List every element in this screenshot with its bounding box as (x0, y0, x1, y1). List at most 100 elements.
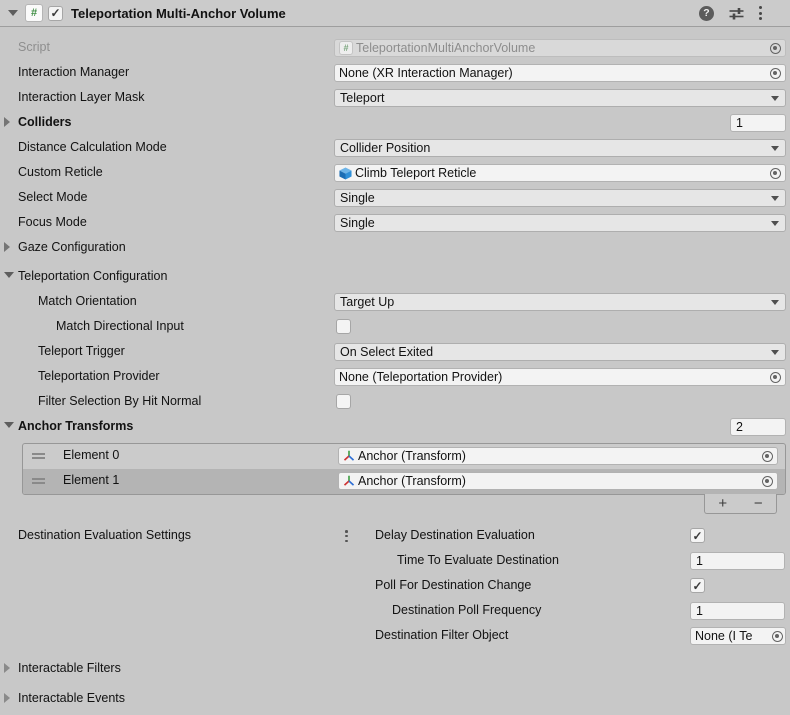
match-orientation-dropdown[interactable]: Target Up (334, 293, 786, 311)
gaze-configuration-foldout-icon[interactable] (4, 242, 10, 252)
row-distance-calculation-mode: Distance Calculation Mode Collider Posit… (0, 136, 790, 161)
distance-calculation-mode-dropdown[interactable]: Collider Position (334, 139, 786, 157)
object-picker-icon[interactable] (762, 451, 773, 462)
row-teleportation-configuration: Teleportation Configuration (0, 265, 790, 290)
row-interaction-layer-mask: Interaction Layer Mask Teleport (0, 86, 790, 111)
object-picker-icon[interactable] (772, 631, 783, 642)
row-custom-reticle: Custom Reticle Climb Teleport Reticle (0, 161, 790, 186)
interactable-filters-foldout-icon[interactable] (4, 663, 10, 673)
time-to-evaluate-destination-value: 1 (696, 554, 703, 568)
csharp-script-icon: # (339, 41, 353, 55)
add-element-button[interactable]: + (705, 494, 741, 513)
chevron-down-icon (771, 300, 779, 305)
teleportation-provider-label: Teleportation Provider (38, 369, 160, 383)
interaction-manager-value: None (XR Interaction Manager) (339, 66, 767, 80)
row-destination-filter-object: Destination Filter Object None (I Te (0, 624, 790, 649)
custom-reticle-label: Custom Reticle (18, 165, 103, 179)
match-directional-input-checkbox[interactable] (336, 319, 351, 334)
match-orientation-label: Match Orientation (38, 294, 137, 308)
object-picker-icon[interactable] (762, 476, 773, 487)
chevron-down-icon (771, 221, 779, 226)
row-select-mode: Select Mode Single (0, 186, 790, 211)
interactable-events-foldout-icon[interactable] (4, 693, 10, 703)
script-label: Script (18, 40, 50, 54)
teleportation-configuration-foldout-icon[interactable] (4, 272, 14, 278)
transform-icon (343, 450, 355, 462)
prefab-cube-icon (339, 167, 352, 180)
colliders-count-field[interactable]: 1 (730, 114, 786, 132)
component-foldout-icon[interactable] (8, 10, 18, 16)
custom-reticle-value: Climb Teleport Reticle (355, 166, 767, 180)
row-interaction-manager: Interaction Manager None (XR Interaction… (0, 61, 790, 86)
delay-destination-evaluation-checkbox[interactable]: ✓ (690, 528, 705, 543)
drag-handle-icon[interactable] (32, 478, 45, 484)
colliders-label: Colliders (18, 115, 72, 129)
anchor-transforms-foldout-icon[interactable] (4, 422, 14, 428)
script-object-field: # TeleportationMultiAnchorVolume (334, 39, 786, 57)
teleport-trigger-dropdown[interactable]: On Select Exited (334, 343, 786, 361)
list-item-element-0[interactable]: Element 0 Anchor (Transform) (23, 444, 785, 469)
element-0-object-field[interactable]: Anchor (Transform) (338, 447, 778, 465)
transform-icon (343, 475, 355, 487)
row-delay-destination-evaluation: Destination Evaluation Settings Delay De… (0, 524, 790, 549)
check-icon: ✓ (692, 530, 702, 542)
csharp-script-icon: # (25, 4, 43, 22)
interactable-filters-label: Interactable Filters (18, 661, 121, 675)
select-mode-dropdown[interactable]: Single (334, 189, 786, 207)
remove-element-button[interactable]: − (741, 494, 777, 513)
filter-selection-by-hit-normal-checkbox[interactable] (336, 394, 351, 409)
list-item-element-1[interactable]: Element 1 Anchor (Transform) (23, 469, 785, 494)
destination-filter-object-value: None (I Te (695, 629, 769, 643)
anchor-transforms-label: Anchor Transforms (18, 419, 133, 433)
poll-for-destination-change-checkbox[interactable]: ✓ (690, 578, 705, 593)
element-0-value: Anchor (Transform) (358, 449, 759, 463)
row-anchor-transforms: Anchor Transforms 2 (0, 415, 790, 440)
focus-mode-dropdown[interactable]: Single (334, 214, 786, 232)
destination-settings-menu-icon[interactable] (345, 530, 348, 542)
help-icon[interactable]: ? (699, 6, 714, 21)
drag-handle-icon[interactable] (32, 453, 45, 459)
chevron-down-icon (771, 350, 779, 355)
row-focus-mode: Focus Mode Single (0, 211, 790, 236)
row-filter-selection-by-hit-normal: Filter Selection By Hit Normal (0, 390, 790, 415)
teleportation-provider-object-field[interactable]: None (Teleportation Provider) (334, 368, 786, 386)
gaze-configuration-label: Gaze Configuration (18, 240, 126, 254)
anchor-transforms-list-footer: + − (704, 494, 777, 514)
custom-reticle-object-field[interactable]: Climb Teleport Reticle (334, 164, 786, 182)
row-match-directional-input: Match Directional Input (0, 315, 790, 340)
interaction-layer-mask-dropdown[interactable]: Teleport (334, 89, 786, 107)
chevron-down-icon (771, 196, 779, 201)
time-to-evaluate-destination-field[interactable]: 1 (690, 552, 785, 570)
component-header: # ✓ Teleportation Multi-Anchor Volume ? (0, 0, 790, 27)
element-1-value: Anchor (Transform) (358, 474, 759, 488)
match-directional-input-label: Match Directional Input (56, 319, 184, 333)
interaction-layer-mask-label: Interaction Layer Mask (18, 90, 144, 104)
element-1-object-field[interactable]: Anchor (Transform) (338, 472, 778, 490)
anchor-transforms-count-value: 2 (736, 420, 743, 434)
interactable-events-label: Interactable Events (18, 691, 125, 705)
row-interactable-filters: Interactable Filters (0, 657, 790, 682)
destination-filter-object-field[interactable]: None (I Te (690, 627, 786, 645)
colliders-count-value: 1 (736, 116, 743, 130)
colliders-foldout-icon[interactable] (4, 117, 10, 127)
interaction-manager-object-field[interactable]: None (XR Interaction Manager) (334, 64, 786, 82)
object-picker-icon[interactable] (770, 372, 781, 383)
object-picker-icon[interactable] (770, 68, 781, 79)
distance-calculation-mode-value: Collider Position (340, 141, 430, 155)
match-orientation-value: Target Up (340, 295, 394, 309)
object-picker-icon[interactable] (770, 168, 781, 179)
delay-destination-evaluation-label: Delay Destination Evaluation (375, 528, 535, 542)
row-colliders: Colliders 1 (0, 111, 790, 136)
destination-poll-frequency-value: 1 (696, 604, 703, 618)
teleport-trigger-label: Teleport Trigger (38, 344, 125, 358)
distance-calculation-mode-label: Distance Calculation Mode (18, 140, 167, 154)
teleportation-configuration-label: Teleportation Configuration (18, 269, 167, 283)
presets-icon[interactable] (729, 7, 744, 20)
row-teleport-trigger: Teleport Trigger On Select Exited (0, 340, 790, 365)
component-enabled-checkbox[interactable]: ✓ (48, 6, 63, 21)
row-match-orientation: Match Orientation Target Up (0, 290, 790, 315)
more-options-icon[interactable] (759, 6, 762, 20)
anchor-transforms-count-field[interactable]: 2 (730, 418, 786, 436)
destination-poll-frequency-label: Destination Poll Frequency (392, 603, 541, 617)
destination-poll-frequency-field[interactable]: 1 (690, 602, 785, 620)
